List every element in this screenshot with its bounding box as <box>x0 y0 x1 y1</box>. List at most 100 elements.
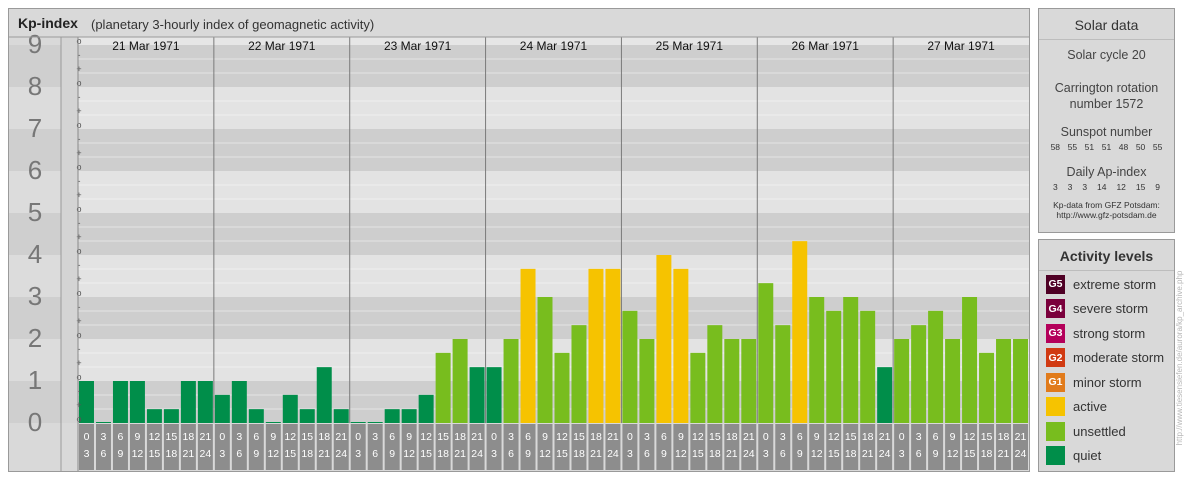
minor-tick-label: o <box>76 372 81 382</box>
kp-bar <box>724 339 740 423</box>
interval-start: 3 <box>780 431 786 443</box>
interval-end: 15 <box>556 448 568 460</box>
activity-level-extreme-storm: G5 extreme storm <box>1046 274 1156 294</box>
ap-label: Daily Ap-index <box>1066 165 1147 179</box>
interval-end: 12 <box>811 448 823 460</box>
interval-end: 9 <box>933 448 939 460</box>
ap-value-4: 12 <box>1116 182 1126 192</box>
interval-end: 12 <box>675 448 687 460</box>
level-swatch: G3 <box>1046 323 1065 343</box>
interval-start: 12 <box>556 431 568 443</box>
kp-chart-panel: Kp-index (planetary 3-hourly index of ge… <box>8 8 1030 472</box>
interval-end: 24 <box>879 448 891 460</box>
kp-bar <box>333 409 349 423</box>
kp-bar <box>741 339 757 423</box>
minor-tick-label: + <box>76 316 81 326</box>
interval-end: 6 <box>101 448 107 460</box>
interval-end: 3 <box>763 448 769 460</box>
level-swatch <box>1046 397 1065 416</box>
kp-band <box>78 129 1029 171</box>
interval-start: 18 <box>862 431 874 443</box>
y-tick-label: 2 <box>28 323 42 353</box>
interval-start: 9 <box>542 431 548 443</box>
ap-value-6: 9 <box>1155 182 1161 192</box>
kp-bar <box>452 339 468 423</box>
interval-end: 15 <box>828 448 840 460</box>
day-label: 27 Mar 1971 <box>927 39 995 53</box>
kp-bar <box>469 367 485 423</box>
interval-start: 15 <box>709 431 721 443</box>
minor-tick-label: o <box>76 162 81 172</box>
interval-end: 18 <box>981 448 993 460</box>
kp-bar <box>571 325 587 423</box>
interval-end: 15 <box>420 448 432 460</box>
kp-bar <box>928 310 944 423</box>
interval-start: 15 <box>981 431 993 443</box>
interval-end: 15 <box>149 448 161 460</box>
interval-start: 6 <box>661 431 667 443</box>
interval-end: 12 <box>539 448 551 460</box>
kp-bar <box>860 310 876 423</box>
sunspot-value-3: 51 <box>1101 142 1112 152</box>
kp-band <box>78 87 1029 129</box>
interval-end: 12 <box>267 448 279 460</box>
minor-tick-label: + <box>76 148 81 158</box>
interval-end: 21 <box>726 448 738 460</box>
interval-start: 12 <box>420 431 432 443</box>
solar-cycle: Solar cycle 20 <box>1067 48 1146 62</box>
kp-bar <box>537 297 553 423</box>
kp-bar <box>673 268 689 423</box>
sunspot-value-4: 48 <box>1118 142 1129 152</box>
ap-values: 3 3 3 14 12 15 9 <box>1039 182 1174 192</box>
minor-tick-label: + <box>76 190 81 200</box>
level-label: strong storm <box>1073 325 1146 341</box>
interval-start: 0 <box>219 431 225 443</box>
kp-bar <box>588 268 604 423</box>
kp-bar <box>792 241 808 423</box>
interval-start: 18 <box>726 431 738 443</box>
kp-bar <box>146 409 162 423</box>
y-tick-label: 5 <box>28 197 42 227</box>
interval-end: 9 <box>661 448 667 460</box>
interval-end: 6 <box>236 448 242 460</box>
day-label: 26 Mar 1971 <box>792 39 860 53</box>
day-label: 23 Mar 1971 <box>384 39 452 53</box>
interval-start: 15 <box>437 431 449 443</box>
kp-band <box>78 213 1029 255</box>
minor-tick-label: o <box>76 246 81 256</box>
kp-bar <box>639 339 655 423</box>
ap-value-3: 14 <box>1097 182 1107 192</box>
interval-start: 12 <box>149 431 161 443</box>
interval-end: 6 <box>372 448 378 460</box>
interval-end: 9 <box>797 448 803 460</box>
interval-start: 3 <box>916 431 922 443</box>
interval-start: 9 <box>678 431 684 443</box>
kp-bar <box>656 255 672 423</box>
level-label: moderate storm <box>1073 350 1165 365</box>
kp-bar <box>350 422 366 423</box>
interval-end: 18 <box>845 448 857 460</box>
level-swatch: G5 <box>1046 274 1065 294</box>
interval-start: 6 <box>118 431 124 443</box>
kp-bar <box>316 367 332 423</box>
interval-start: 0 <box>84 431 90 443</box>
kp-bar <box>826 310 842 423</box>
interval-start: 6 <box>933 431 939 443</box>
interval-start: 9 <box>406 431 412 443</box>
interval-end: 24 <box>471 448 483 460</box>
interval-end: 24 <box>1015 448 1027 460</box>
interval-start: 3 <box>101 431 107 443</box>
day-label: 24 Mar 1971 <box>520 39 588 53</box>
kp-bar <box>758 283 774 423</box>
interval-start: 21 <box>471 431 483 443</box>
kp-band <box>78 255 1029 297</box>
interval-start: 18 <box>998 431 1010 443</box>
interval-end: 3 <box>491 448 497 460</box>
interval-end: 21 <box>454 448 466 460</box>
sunspot-values: 58 55 51 51 48 50 55 <box>1039 142 1174 152</box>
interval-start: 15 <box>573 431 585 443</box>
level-label: minor storm <box>1073 374 1142 390</box>
interval-start: 18 <box>454 431 466 443</box>
activity-level-moderate-storm: G2 moderate storm <box>1046 348 1164 368</box>
interval-start: 21 <box>335 431 347 443</box>
